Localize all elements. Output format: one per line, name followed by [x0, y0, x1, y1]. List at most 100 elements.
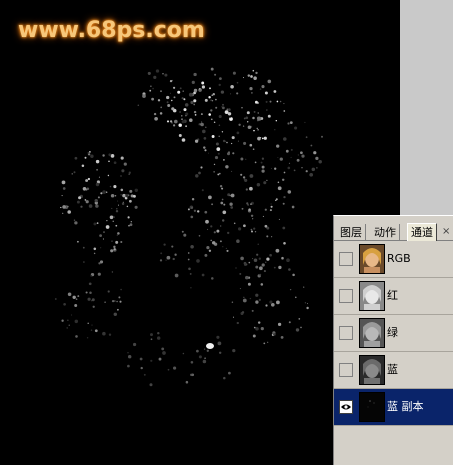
speckle: [121, 202, 125, 206]
speckle: [162, 351, 166, 355]
panel-tab-bar: 图层 动作 通道 ×: [334, 216, 453, 241]
speckle: [216, 229, 220, 233]
speckle: [253, 227, 256, 230]
visibility-toggle[interactable]: [339, 326, 353, 340]
speckle: [113, 216, 115, 218]
speckle: [219, 240, 222, 243]
watermark-text: www.68ps.com: [18, 18, 205, 43]
speckle: [181, 120, 185, 124]
speckle: [287, 122, 290, 125]
speckle: [205, 219, 209, 224]
speckle: [150, 85, 152, 87]
channel-row-blue-copy[interactable]: 蓝 副本: [334, 389, 453, 426]
speckle: [216, 335, 220, 339]
speckle: [172, 124, 176, 127]
speckle: [305, 136, 308, 139]
visibility-toggle[interactable]: [339, 252, 353, 266]
speckle: [257, 136, 261, 141]
speckle: [156, 336, 161, 340]
speckle: [243, 296, 245, 298]
close-icon[interactable]: ×: [442, 226, 452, 238]
speckle: [87, 177, 91, 181]
speckle: [128, 173, 131, 176]
speckle: [110, 249, 114, 253]
speckle: [120, 288, 122, 291]
speckle: [231, 301, 234, 303]
channel-name: 蓝 副本: [387, 400, 424, 413]
speckle: [275, 120, 277, 122]
speckle: [173, 366, 177, 370]
tab-actions[interactable]: 动作: [371, 224, 400, 241]
visibility-toggle[interactable]: [339, 400, 353, 414]
speckle: [265, 304, 268, 307]
speckle: [250, 230, 254, 233]
speckle: [97, 272, 101, 276]
tab-channels[interactable]: 通道: [407, 223, 437, 241]
speckle: [293, 169, 296, 172]
speckle: [259, 273, 262, 276]
speckle: [223, 203, 226, 206]
speckle: [88, 282, 92, 286]
speckle: [118, 296, 121, 299]
speckle: [256, 182, 261, 187]
channel-row-green[interactable]: 绿: [334, 315, 453, 352]
speckle: [120, 188, 124, 192]
channel-name: 绿: [387, 326, 398, 339]
speckle: [171, 99, 173, 102]
speckle: [230, 193, 235, 198]
speckle: [113, 312, 118, 317]
channel-row-red[interactable]: 红: [334, 278, 453, 315]
speckle: [297, 154, 299, 156]
speckle: [254, 231, 257, 233]
speckle: [207, 152, 210, 154]
speckle: [224, 140, 227, 142]
speckle: [274, 167, 277, 170]
speckle: [102, 190, 106, 194]
visibility-toggle[interactable]: [339, 289, 353, 303]
speckle: [116, 234, 118, 236]
speckle: [273, 333, 276, 336]
speckle: [109, 185, 112, 188]
speckle: [208, 96, 211, 99]
speckle: [242, 298, 247, 303]
speckle: [129, 189, 133, 193]
speckle: [150, 338, 153, 341]
speckle: [189, 272, 192, 275]
channel-row-rgb[interactable]: RGB: [334, 241, 453, 278]
speckle: [246, 111, 250, 115]
speckle: [111, 271, 114, 273]
speckle: [270, 205, 273, 208]
speckle: [127, 194, 130, 196]
speckle: [242, 176, 246, 179]
speckle: [270, 203, 272, 205]
speckle: [223, 376, 226, 380]
speckle: [236, 81, 239, 84]
speckle: [182, 352, 185, 355]
speckle: [61, 195, 63, 197]
speckle: [190, 100, 194, 105]
speckle: [253, 76, 257, 80]
speckle: [233, 222, 236, 225]
speckle: [253, 258, 258, 263]
speckle: [218, 135, 220, 138]
speckle: [200, 166, 203, 169]
visibility-toggle[interactable]: [339, 363, 353, 377]
speckle: [270, 302, 275, 307]
speckle: [193, 99, 197, 103]
speckle: [196, 210, 200, 213]
speckle: [283, 171, 286, 174]
speckle: [102, 238, 104, 240]
speckle: [152, 87, 154, 90]
speckle: [61, 319, 64, 322]
speckle: [249, 297, 252, 300]
speckle: [75, 298, 78, 300]
speckle: [236, 131, 240, 135]
channel-row-blue[interactable]: 蓝: [334, 352, 453, 389]
speckle: [196, 349, 199, 353]
speckle: [189, 118, 193, 122]
tab-layers[interactable]: 图层: [337, 224, 366, 241]
speckle: [87, 151, 90, 154]
speckle: [195, 174, 199, 178]
speckle: [209, 87, 211, 90]
speckle: [249, 174, 254, 178]
